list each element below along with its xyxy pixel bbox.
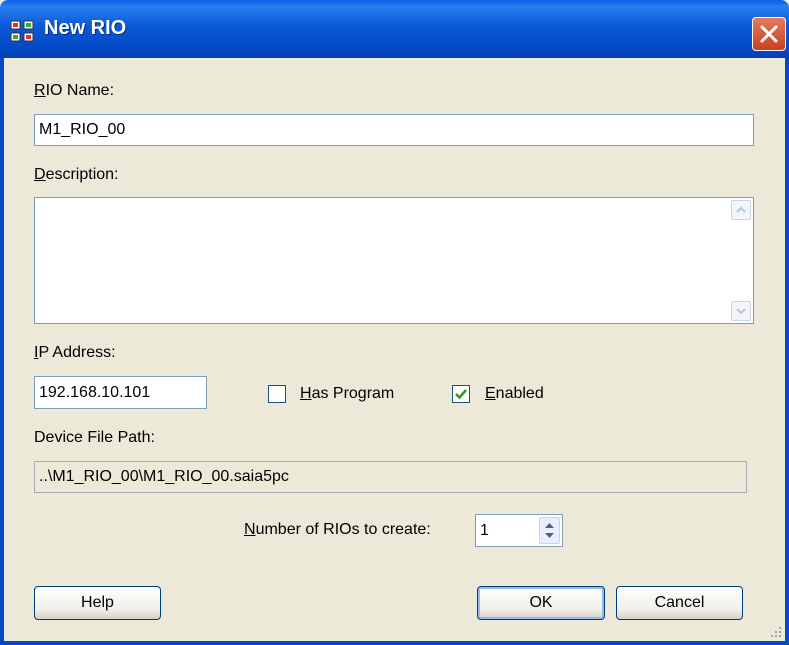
help-button[interactable]: Help [34,586,161,620]
close-button[interactable] [752,17,786,51]
ok-button[interactable]: OK [477,586,605,620]
has-program-label[interactable]: Has Program [300,385,394,403]
ip-address-value: 192.168.10.101 [39,383,151,401]
enabled-label[interactable]: Enabled [485,385,544,403]
resize-grip-icon[interactable] [769,625,783,639]
up-down-arrows-icon [545,523,554,538]
device-file-path-value: ..\M1_RIO_00\M1_RIO_00.saia5pc [39,468,289,485]
has-program-checkbox[interactable] [268,385,286,403]
window-title: New RIO [44,17,127,39]
device-file-path-field: ..\M1_RIO_00\M1_RIO_00.saia5pc [34,461,747,493]
scroll-up-button[interactable] [731,200,751,220]
device-file-path-label: Device File Path: [34,429,155,446]
rio-name-value: M1_RIO_00 [39,121,126,138]
rio-name-label: RIO Name: [34,82,115,99]
rio-network-icon [10,20,34,42]
chevron-up-icon [736,206,746,213]
ip-address-input[interactable]: 192.168.10.101 [34,376,207,409]
scroll-down-button[interactable] [731,301,751,321]
spin-buttons[interactable] [539,517,560,544]
number-of-rios-stepper[interactable]: 1 [475,514,563,547]
description-scrollbar[interactable] [731,200,751,321]
description-label: Description: [34,166,119,183]
close-icon [760,25,778,43]
description-textarea[interactable] [34,197,754,324]
ip-address-label: IP Address: [34,344,116,361]
title-bar: New RIO [0,0,789,58]
check-icon [455,389,467,400]
cancel-button[interactable]: Cancel [616,586,743,620]
rio-name-input[interactable]: M1_RIO_00 [34,114,754,146]
number-of-rios-label: Number of RIOs to create: [244,521,431,538]
dialog-body [0,58,789,645]
number-of-rios-value: 1 [480,521,489,539]
enabled-checkbox[interactable] [452,385,470,403]
chevron-down-icon [736,308,746,315]
